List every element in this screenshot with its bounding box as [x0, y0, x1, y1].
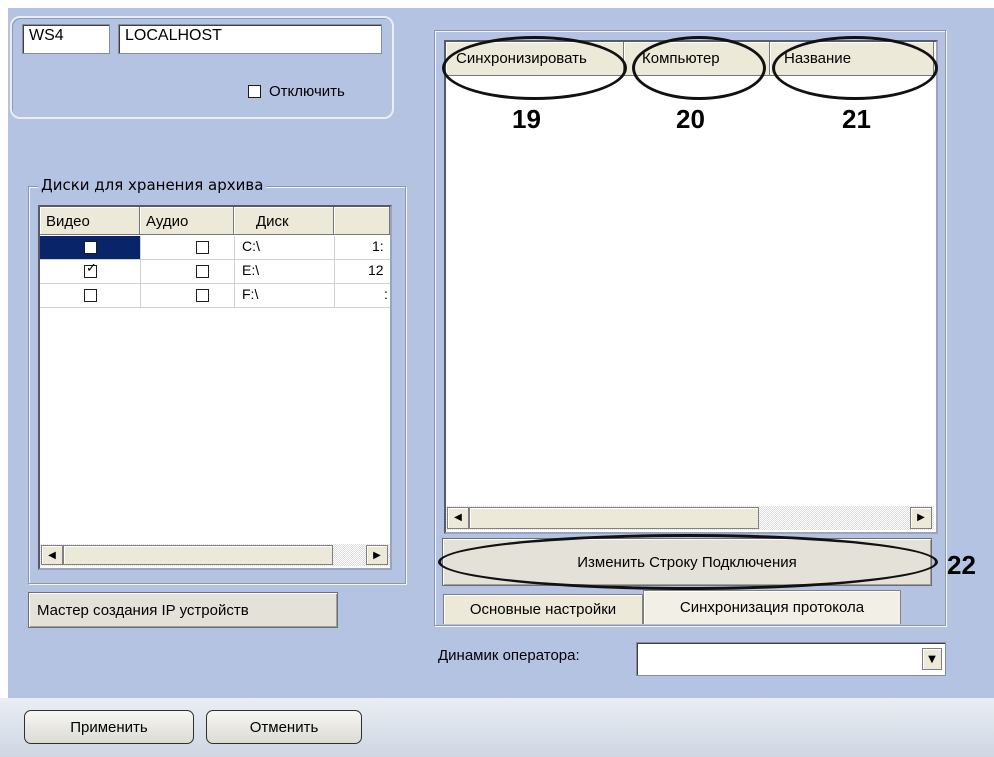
audio-checkbox[interactable]	[195, 289, 209, 302]
callout-ring-21	[772, 36, 938, 100]
disk-size: :	[384, 286, 388, 302]
disk-name: C:\	[242, 238, 260, 254]
scroll-thumb[interactable]	[469, 507, 759, 529]
disks-group-title: Диски для хранения архива	[38, 176, 267, 194]
check-icon: ✓	[86, 261, 97, 276]
callout-ring-19	[442, 36, 627, 100]
callout-label-20: 20	[676, 104, 705, 134]
callout-label-19: 19	[512, 104, 541, 134]
callout-label-21: 21	[842, 104, 871, 134]
chevron-down-icon[interactable]: ▼	[922, 648, 942, 670]
speaker-select[interactable]	[636, 642, 946, 676]
tab-protocol-sync[interactable]: Синхронизация протокола	[643, 590, 901, 624]
column-divider	[234, 236, 235, 308]
audio-checkbox[interactable]	[195, 241, 209, 254]
disks-col-disk[interactable]: Диск	[234, 207, 334, 235]
callout-ring-20	[632, 36, 766, 100]
server-host-field[interactable]: LOCALHOST	[118, 24, 382, 54]
table-row[interactable]: ✓ E:\ 12	[40, 260, 390, 284]
ip-wizard-button[interactable]: Мастер создания IP устройств	[28, 592, 338, 628]
video-checkbox[interactable]	[84, 289, 97, 302]
audio-checkbox[interactable]	[195, 265, 209, 278]
column-divider	[334, 236, 335, 308]
table-row[interactable]: C:\ 1:	[40, 236, 390, 260]
disks-col-extra[interactable]	[334, 207, 390, 235]
apply-button[interactable]: Применить	[24, 710, 194, 744]
scroll-right-icon[interactable]: ▶	[910, 507, 932, 529]
video-checkbox[interactable]: ✓	[84, 261, 97, 278]
scroll-left-icon[interactable]: ◀	[447, 507, 469, 529]
disk-size: 1:	[372, 238, 384, 254]
table-row[interactable]: F:\ :	[40, 284, 390, 308]
speaker-label: Динамик оператора:	[438, 647, 580, 664]
cancel-button[interactable]: Отменить	[206, 710, 362, 744]
server-id-field[interactable]: WS4	[22, 24, 110, 54]
scroll-right-icon[interactable]: ▶	[366, 545, 388, 565]
column-divider	[140, 236, 141, 308]
tab-main-settings[interactable]: Основные настройки	[443, 594, 643, 624]
scroll-left-icon[interactable]: ◀	[41, 545, 63, 565]
disks-col-audio[interactable]: Аудио	[140, 207, 234, 235]
scroll-thumb[interactable]	[63, 545, 333, 565]
disable-checkbox-row[interactable]: Отключить	[248, 82, 345, 100]
disable-checkbox[interactable]	[248, 84, 261, 98]
disable-label: Отключить	[269, 82, 345, 100]
video-checkbox[interactable]	[84, 241, 97, 254]
callout-label-22: 22	[947, 550, 976, 580]
disk-size: 12	[368, 262, 384, 278]
disk-name: E:\	[242, 262, 260, 278]
disk-name: F:\	[242, 286, 259, 302]
disks-col-video[interactable]: Видео	[40, 207, 140, 235]
callout-ring-22	[438, 534, 938, 590]
